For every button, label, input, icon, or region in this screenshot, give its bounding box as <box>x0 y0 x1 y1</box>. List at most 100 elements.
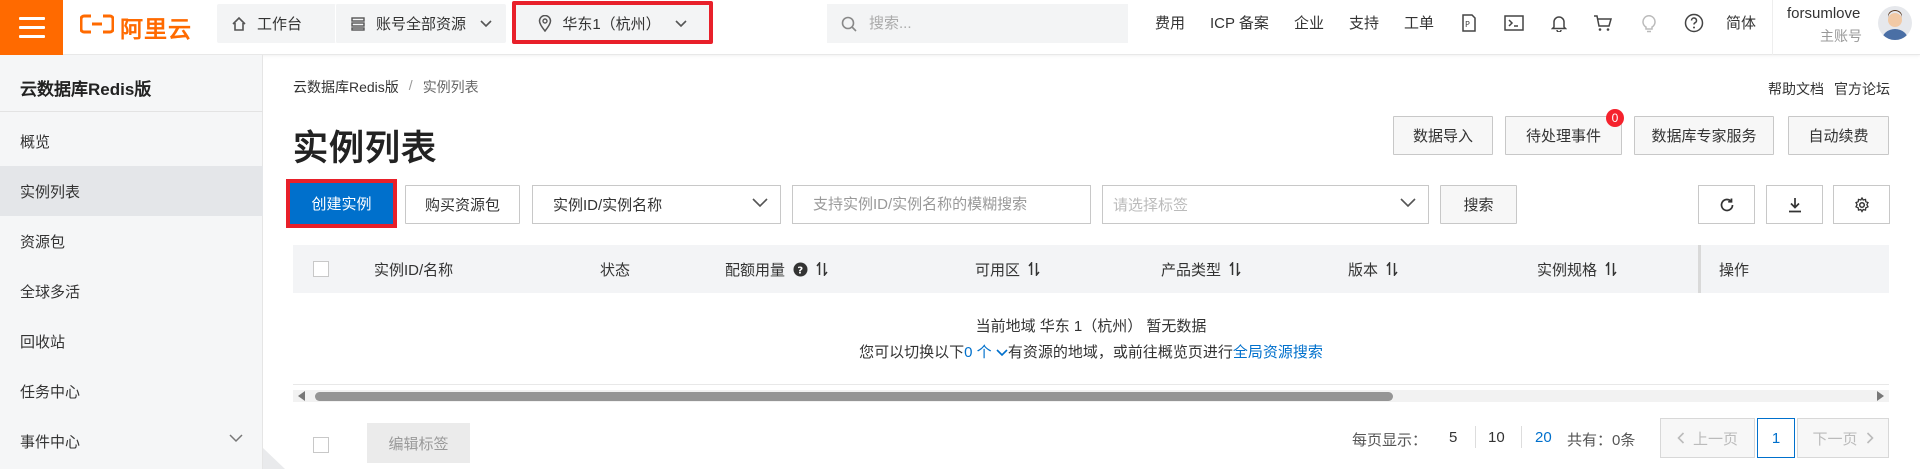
column-status: 状态 <box>600 245 630 293</box>
sidebar-item-recycle-bin[interactable]: 回收站 <box>0 316 263 366</box>
nav-fees[interactable]: 费用 <box>1155 0 1185 45</box>
question-circle-icon[interactable]: ? <box>793 262 808 277</box>
search-button[interactable]: 搜索 <box>1440 185 1517 224</box>
sidebar-item-label: 回收站 <box>20 333 66 351</box>
terminal-icon[interactable] <box>1502 11 1526 35</box>
column-zone[interactable]: 可用区 <box>975 245 1040 293</box>
refresh-button[interactable] <box>1698 185 1755 224</box>
filter-field-value: 实例ID/实例名称 <box>553 197 663 214</box>
user-menu[interactable]: forsumlove 主账号 <box>1772 0 1920 55</box>
nav-enterprise[interactable]: 企业 <box>1294 0 1324 45</box>
ai-assistant-icon[interactable]: P <box>1457 11 1481 35</box>
empty-hint-mid: 有资源的地域，或前往概览页进行 <box>1007 344 1233 361</box>
language-switch[interactable]: 简体 <box>1726 0 1756 45</box>
sidebar-item-label: 概览 <box>20 133 51 151</box>
gear-icon <box>1854 196 1869 213</box>
next-page-label: 下一页 <box>1812 430 1858 448</box>
region-count: 0 个 <box>964 344 992 361</box>
workbench-button[interactable]: 工作台 <box>217 4 336 43</box>
divider <box>1521 426 1522 448</box>
scrollbar-thumb[interactable] <box>315 392 1393 401</box>
global-search[interactable] <box>827 4 1128 43</box>
total-count: 共有：0条 <box>1567 432 1636 449</box>
db-expert-service-button[interactable]: 数据库专家服务 <box>1634 116 1774 155</box>
sidebar-item-overview[interactable]: 概览 <box>0 116 263 166</box>
sort-icon[interactable] <box>1386 262 1398 276</box>
workbench-label: 工作台 <box>257 16 303 33</box>
sort-icon[interactable] <box>816 262 828 276</box>
sort-icon[interactable] <box>1028 262 1040 276</box>
page-number-current[interactable]: 1 <box>1757 418 1795 458</box>
buy-resource-pack-button[interactable]: 购买资源包 <box>405 185 520 224</box>
nav-support[interactable]: 支持 <box>1349 0 1379 45</box>
sidebar-item-label: 实例列表 <box>20 183 81 201</box>
scroll-left-arrow-icon[interactable] <box>298 391 305 401</box>
download-button[interactable] <box>1766 185 1823 224</box>
sidebar-divider <box>0 111 263 112</box>
db-expert-service-label: 数据库专家服务 <box>1651 128 1757 145</box>
search-input[interactable] <box>869 15 1109 32</box>
filter-field-select[interactable]: 实例ID/实例名称 <box>532 185 781 224</box>
avatar <box>1878 6 1912 40</box>
lightbulb-icon[interactable] <box>1637 11 1661 35</box>
instance-search-input[interactable] <box>792 185 1091 224</box>
sidebar-item-global-active[interactable]: 全球多活 <box>0 266 263 316</box>
auto-renew-button[interactable]: 自动续费 <box>1788 116 1889 155</box>
sort-icon[interactable] <box>1605 262 1617 276</box>
prev-page-button[interactable]: 上一页 <box>1660 418 1755 458</box>
column-actions: 操作 <box>1719 245 1749 293</box>
column-quota-usage[interactable]: 配额用量 ? <box>725 245 828 293</box>
sidebar-title: 云数据库Redis版 <box>20 80 152 99</box>
sidebar-item-task-center[interactable]: 任务中心 <box>0 366 263 416</box>
download-icon <box>1788 197 1801 212</box>
column-label: 实例规格 <box>1537 261 1598 279</box>
help-icon[interactable] <box>1682 11 1706 35</box>
page-size-20[interactable]: 20 <box>1535 429 1552 446</box>
sort-icon[interactable] <box>1229 262 1241 276</box>
column-spec[interactable]: 实例规格 <box>1537 245 1617 293</box>
sidebar-item-event-center[interactable]: 事件中心 <box>0 416 263 466</box>
nav-tickets[interactable]: 工单 <box>1404 0 1434 45</box>
data-import-label: 数据导入 <box>1412 128 1473 145</box>
page-size-5[interactable]: 5 <box>1449 429 1457 446</box>
svg-text:P: P <box>1465 20 1470 29</box>
sidebar-item-instances[interactable]: 实例列表 <box>0 166 263 216</box>
region-select[interactable]: 华东1（杭州） <box>516 4 709 43</box>
nav-icp[interactable]: ICP 备案 <box>1210 0 1269 45</box>
sidebar-item-resource-packs[interactable]: 资源包 <box>0 216 263 266</box>
resource-group-select[interactable]: 账号全部资源 <box>335 4 506 43</box>
home-icon <box>232 16 246 31</box>
scroll-right-arrow-icon[interactable] <box>1877 391 1884 401</box>
column-version[interactable]: 版本 <box>1348 245 1398 293</box>
help-docs-link[interactable]: 帮助文档 <box>1768 79 1824 99</box>
data-import-button[interactable]: 数据导入 <box>1393 116 1493 155</box>
column-label: 实例ID/名称 <box>374 261 454 279</box>
bell-icon[interactable] <box>1547 11 1571 35</box>
logo-text: 阿里云 <box>120 16 192 42</box>
horizontal-scrollbar[interactable] <box>293 390 1889 402</box>
tag-select[interactable]: 请选择标签 <box>1102 185 1429 224</box>
menu-icon[interactable] <box>0 0 63 55</box>
sidebar-collapse-handle[interactable] <box>263 448 285 469</box>
breadcrumb-current: 实例列表 <box>422 79 479 95</box>
next-page-button[interactable]: 下一页 <box>1797 418 1889 458</box>
sidebar-item-label: 全球多活 <box>20 283 81 301</box>
pending-events-button[interactable]: 待处理事件 0 <box>1505 109 1624 155</box>
breadcrumb-product[interactable]: 云数据库Redis版 <box>293 77 399 97</box>
divider <box>1475 426 1476 448</box>
column-product-type[interactable]: 产品类型 <box>1161 245 1241 293</box>
sidebar-item-label: 资源包 <box>20 233 66 251</box>
cart-icon[interactable] <box>1591 11 1615 35</box>
settings-button[interactable] <box>1833 185 1890 224</box>
chevron-down-icon <box>675 19 687 27</box>
chevron-down-icon <box>1400 198 1416 208</box>
forum-link[interactable]: 官方论坛 <box>1834 79 1890 99</box>
create-instance-button[interactable]: 创建实例 <box>290 183 393 224</box>
edit-tags-button[interactable]: 编辑标签 <box>367 423 470 463</box>
select-all-checkbox[interactable] <box>313 261 329 277</box>
footer-select-all-checkbox[interactable] <box>313 437 329 453</box>
region-count-link[interactable]: 0 个 <box>964 344 1008 361</box>
page-size-10[interactable]: 10 <box>1488 429 1505 446</box>
global-resource-search-link[interactable]: 全局资源搜索 <box>1233 344 1323 361</box>
aliyun-logo[interactable]: 阿里云 <box>79 12 192 42</box>
